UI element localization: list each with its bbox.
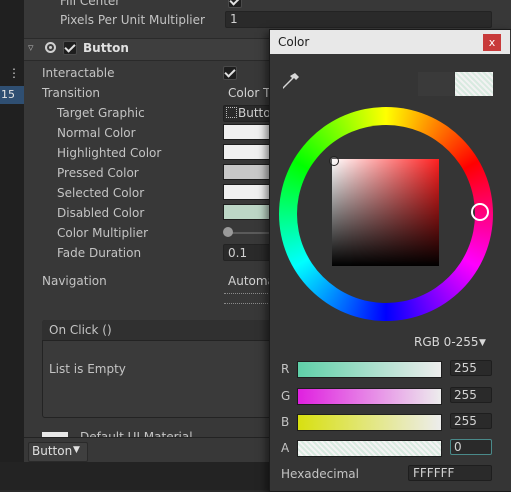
blue-label: B	[281, 415, 290, 429]
blue-slider[interactable]	[297, 414, 442, 431]
fill-center-label: Fill Center	[60, 0, 121, 8]
green-value-field[interactable]: 255	[450, 387, 492, 403]
color-multiplier-slider-handle[interactable]	[223, 227, 233, 237]
close-icon[interactable]: x	[483, 34, 501, 51]
target-graphic-label: Target Graphic	[57, 106, 145, 120]
green-slider[interactable]	[297, 388, 442, 405]
red-label: R	[281, 362, 290, 376]
target-graphic-value: Butto	[238, 106, 271, 120]
pixels-per-unit-label: Pixels Per Unit Multiplier	[60, 13, 205, 27]
blue-value-field[interactable]: 255	[450, 413, 492, 429]
disabled-color-label: Disabled Color	[57, 206, 145, 220]
pressed-color-label: Pressed Color	[57, 166, 139, 180]
selected-color-label: Selected Color	[57, 186, 145, 200]
chevron-down-icon: ▼	[73, 445, 80, 455]
color-window-title: Color	[278, 35, 310, 49]
color-multiplier-label: Color Multiplier	[57, 226, 149, 240]
saturation-value-square[interactable]	[332, 159, 439, 266]
normal-color-label: Normal Color	[57, 126, 136, 140]
foldout-arrow-icon[interactable]: ▿	[28, 41, 34, 54]
transition-label: Transition	[42, 86, 101, 100]
interactable-label: Interactable	[42, 66, 115, 80]
transition-dropdown[interactable]: Color Ti	[228, 86, 273, 100]
fade-duration-value: 0.1	[228, 246, 248, 260]
hex-value-field[interactable]: FFFFFF	[408, 465, 492, 481]
onclick-empty-text: List is Empty	[49, 362, 126, 376]
color-mode-dropdown[interactable]: RGB 0-255	[414, 335, 479, 349]
pixels-per-unit-value: 1	[230, 12, 238, 26]
red-slider[interactable]	[297, 361, 442, 378]
selected-row-number: 15	[1, 88, 15, 101]
navigation-visualize-dots	[224, 293, 270, 294]
red-value-field[interactable]: 255	[450, 360, 492, 376]
hex-label: Hexadecimal	[281, 467, 359, 481]
new-color-preview	[455, 72, 493, 96]
navigation-visualize-dots-2	[224, 303, 270, 304]
image-icon	[226, 107, 237, 118]
component-title: Button	[83, 41, 129, 55]
navigation-dropdown[interactable]: Automa	[228, 274, 275, 288]
chevron-down-icon: ▼	[479, 338, 486, 348]
component-enabled-checkbox[interactable]	[63, 41, 77, 55]
hue-handle[interactable]	[471, 203, 489, 221]
alpha-slider[interactable]	[297, 440, 442, 457]
green-label: G	[281, 389, 291, 403]
original-color-preview[interactable]	[418, 72, 454, 96]
pixels-per-unit-field[interactable]	[225, 11, 492, 28]
navigation-label: Navigation	[42, 274, 107, 288]
object-dropdown-label: Button	[32, 444, 73, 458]
onclick-title: On Click ()	[49, 323, 112, 337]
eyedropper-icon[interactable]	[280, 70, 302, 92]
sv-handle[interactable]	[329, 156, 339, 166]
fade-duration-label: Fade Duration	[57, 246, 142, 260]
fill-center-checkbox[interactable]	[228, 0, 242, 8]
alpha-label: A	[281, 441, 290, 455]
more-icon[interactable]: ⋮	[8, 66, 20, 80]
alpha-value-field[interactable]: 0	[450, 439, 492, 455]
component-icon	[45, 42, 56, 53]
interactable-checkbox[interactable]	[223, 66, 237, 80]
highlighted-color-label: Highlighted Color	[57, 146, 162, 160]
